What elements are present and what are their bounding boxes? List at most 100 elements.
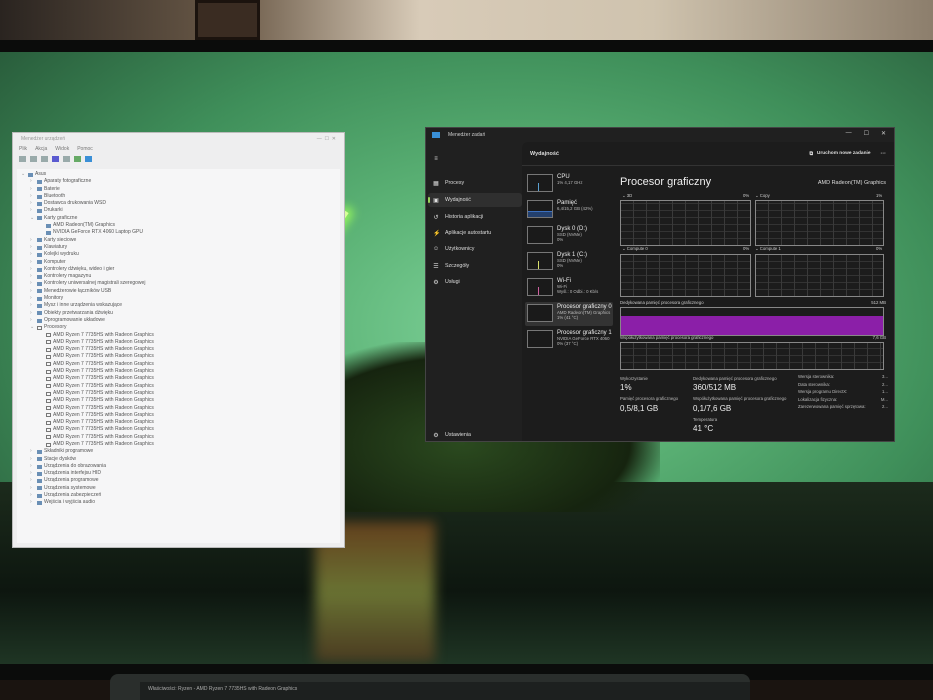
tree-item[interactable]: AMD Radeon(TM) Graphics: [17, 222, 340, 229]
tree-item[interactable]: AMD Ryzen 7 7735HS with Radeon Graphics: [17, 332, 340, 339]
tree-item[interactable]: AMD Ryzen 7 7735HS with Radeon Graphics: [17, 412, 340, 419]
tree-item[interactable]: › Wejścia i wyjścia audio: [17, 499, 340, 506]
tree-item[interactable]: AMD Ryzen 7 7735HS with Radeon Graphics: [17, 419, 340, 426]
perf-device-item[interactable]: Procesor graficzny 0 AMD Radeon(TM) Graph…: [525, 302, 613, 326]
more-options-button[interactable]: ···: [881, 151, 887, 157]
chevron-right-icon[interactable]: ›: [30, 273, 35, 280]
tree-item[interactable]: AMD Ryzen 7 7735HS with Radeon Graphics: [17, 339, 340, 346]
menu-help[interactable]: Pomoc: [77, 146, 93, 154]
tree-item[interactable]: › Oprogramowanie układowe: [17, 317, 340, 324]
tree-item[interactable]: AMD Ryzen 7 7735HS with Radeon Graphics: [17, 434, 340, 441]
chevron-right-icon[interactable]: ›: [30, 463, 35, 470]
sidebar-item-settings[interactable]: ⚙ Ustawienia: [428, 428, 522, 442]
scan-icon[interactable]: [74, 156, 81, 162]
forward-icon[interactable]: [30, 156, 37, 162]
perf-device-item[interactable]: Wi-Fi Wi-Fi Wyśl.: 0 Odbi.: 0 Kb/s: [525, 276, 613, 300]
sidebar-item-2[interactable]: ↺ Historia aplikacji: [428, 210, 522, 224]
tree-item[interactable]: AMD Ryzen 7 7735HS with Radeon Graphics: [17, 426, 340, 433]
perf-device-item[interactable]: Dysk 0 (D:) SSD (NVMe) 0%: [525, 224, 613, 248]
tree-item[interactable]: › Obiekty przetwarzania dźwięku: [17, 310, 340, 317]
tree-item[interactable]: › Kontrolery dźwięku, wideo i gier: [17, 266, 340, 273]
tree-item[interactable]: › Menedżerowie łączników USB: [17, 288, 340, 295]
tree-item[interactable]: › Urządzenia systemowe: [17, 485, 340, 492]
chevron-right-icon[interactable]: ›: [30, 244, 35, 251]
chevron-right-icon[interactable]: ›: [30, 280, 35, 287]
chevron-right-icon[interactable]: ›: [30, 295, 35, 302]
tree-item[interactable]: AMD Ryzen 7 7735HS with Radeon Graphics: [17, 368, 340, 375]
window-controls[interactable]: — ☐ ✕: [317, 136, 336, 142]
maximize-button[interactable]: ☐: [864, 130, 869, 137]
tree-item[interactable]: AMD Ryzen 7 7735HS with Radeon Graphics: [17, 361, 340, 368]
tree-item[interactable]: AMD Ryzen 7 7735HS with Radeon Graphics: [17, 405, 340, 412]
chevron-right-icon[interactable]: ›: [30, 207, 35, 214]
tree-item[interactable]: › Urządzenia do obrazowania: [17, 463, 340, 470]
tree-item[interactable]: › Składniki programowe: [17, 448, 340, 455]
chevron-right-icon[interactable]: ›: [30, 178, 35, 185]
tree-item[interactable]: › Komputer: [17, 259, 340, 266]
tree-item[interactable]: › Baterie: [17, 186, 340, 193]
tree-item[interactable]: › Dostawca drukowania WSD: [17, 200, 340, 207]
close-button[interactable]: ✕: [881, 130, 886, 137]
sidebar-item-1[interactable]: ▣ Wydajność: [428, 193, 522, 207]
tree-item[interactable]: › Kontrolery uniwersalnej magistrali szer…: [17, 280, 340, 287]
perf-device-item[interactable]: Pamięć 6,4/15,2 GB (42%): [525, 198, 613, 222]
sidebar-item-5[interactable]: ☰ Szczegóły: [428, 259, 522, 273]
chevron-right-icon[interactable]: ›: [30, 288, 35, 295]
sidebar-item-4[interactable]: ☺ Użytkownicy: [428, 242, 522, 256]
help-icon[interactable]: [52, 156, 59, 162]
engine-label-copy[interactable]: ⌄ Copy: [755, 193, 770, 199]
chevron-right-icon[interactable]: ›: [30, 302, 35, 309]
chevron-right-icon[interactable]: ›: [30, 448, 35, 455]
tree-item[interactable]: AMD Ryzen 7 7735HS with Radeon Graphics: [17, 375, 340, 382]
tree-item[interactable]: AMD Ryzen 7 7735HS with Radeon Graphics: [17, 390, 340, 397]
chevron-right-icon[interactable]: ›: [30, 310, 35, 317]
tree-item[interactable]: › Karty sieciowe: [17, 237, 340, 244]
tree-item[interactable]: › Mysz i inne urządzenia wskazujące: [17, 302, 340, 309]
perf-device-item[interactable]: CPU 1% 4,17 GHz: [525, 172, 613, 196]
tree-item[interactable]: ⌄ Procesory: [17, 324, 340, 331]
chevron-right-icon[interactable]: ›: [30, 251, 35, 258]
sidebar-item-6[interactable]: ⚙ Usługi: [428, 275, 522, 289]
tree-item[interactable]: › Urządzenia programowe: [17, 477, 340, 484]
menu-action[interactable]: Akcja: [35, 146, 47, 154]
chevron-down-icon[interactable]: ⌄: [21, 171, 26, 178]
tree-item[interactable]: › Bluetooth: [17, 193, 340, 200]
tree-item[interactable]: › Klawiatury: [17, 244, 340, 251]
properties-icon[interactable]: [41, 156, 48, 162]
menu-file[interactable]: Plik: [19, 146, 27, 154]
menu-view[interactable]: Widok: [55, 146, 69, 154]
chevron-right-icon[interactable]: ›: [30, 456, 35, 463]
chevron-down-icon[interactable]: ⌄: [30, 215, 35, 222]
chevron-right-icon[interactable]: ›: [30, 186, 35, 193]
tree-item[interactable]: › Kolejki wydruku: [17, 251, 340, 258]
tree-item[interactable]: AMD Ryzen 7 7735HS with Radeon Graphics: [17, 397, 340, 404]
chevron-right-icon[interactable]: ›: [30, 477, 35, 484]
tree-item[interactable]: ⌄ Asus: [17, 171, 340, 178]
tree-item[interactable]: › Stacje dysków: [17, 456, 340, 463]
sidebar-item-0[interactable]: ▦ Procesy: [428, 176, 522, 190]
chevron-right-icon[interactable]: ›: [30, 237, 35, 244]
tree-item[interactable]: ⌄ Karty graficzne: [17, 215, 340, 222]
chevron-right-icon[interactable]: ›: [30, 485, 35, 492]
chevron-right-icon[interactable]: ›: [30, 492, 35, 499]
tree-item[interactable]: AMD Ryzen 7 7735HS with Radeon Graphics: [17, 346, 340, 353]
view-icon[interactable]: [63, 156, 70, 162]
chevron-right-icon[interactable]: ›: [30, 266, 35, 273]
chevron-right-icon[interactable]: ›: [30, 200, 35, 207]
run-new-task-button[interactable]: ⧉ Uruchom nowe zadanie: [809, 151, 870, 157]
chevron-right-icon[interactable]: ›: [30, 259, 35, 266]
perf-device-item[interactable]: Dysk 1 (C:) SSD (NVMe) 0%: [525, 250, 613, 274]
tree-item[interactable]: NVIDIA GeForce RTX 4060 Laptop GPU: [17, 229, 340, 236]
back-icon[interactable]: [19, 156, 26, 162]
minimize-button[interactable]: —: [846, 130, 852, 137]
monitor-icon[interactable]: [85, 156, 92, 162]
chevron-down-icon[interactable]: ⌄: [30, 324, 35, 331]
engine-label-3d[interactable]: ⌄ 3D: [622, 193, 632, 199]
tree-item[interactable]: › Kontrolery magazynu: [17, 273, 340, 280]
tree-item[interactable]: › Monitory: [17, 295, 340, 302]
chevron-right-icon[interactable]: ›: [30, 470, 35, 477]
tree-item[interactable]: › Urządzenia zabezpieczeń: [17, 492, 340, 499]
tree-item[interactable]: › Aparaty fotograficzne: [17, 178, 340, 185]
engine-label-compute1[interactable]: ⌄ Compute 1: [755, 246, 781, 252]
sidebar-item-3[interactable]: ⚡ Aplikacje autostartu: [428, 226, 522, 240]
